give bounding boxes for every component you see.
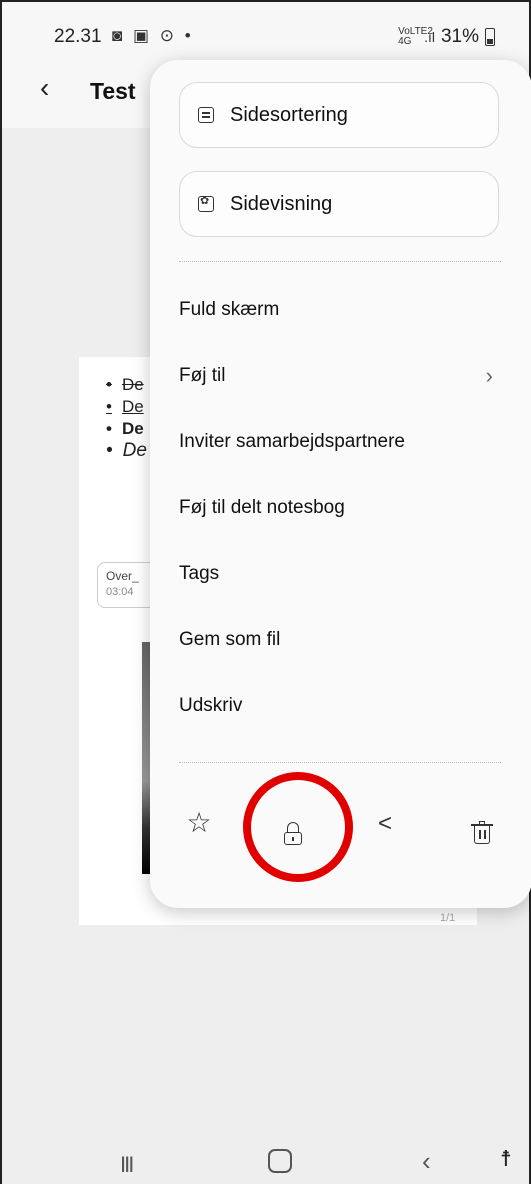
page-sorting-label: Sidesortering [230,103,348,126]
notification-icons: ◙ ▣ ⊙ • [112,26,194,45]
menu-item-label: Tags [179,563,220,584]
navigation-bar [2,1132,529,1184]
menu-item-add-to-shared-notebook[interactable]: Føj til delt notesbog [179,488,501,528]
menu-item-label: Udskriv [179,695,243,716]
back-nav-icon[interactable]: ‹ [422,1146,431,1177]
page-view-button[interactable]: Sidevisning [179,171,499,237]
page-view-label: Sidevisning [230,192,333,215]
battery-percent: 31% [440,26,479,47]
list-item: De [106,396,147,418]
page-count: 1/1 [440,912,456,924]
list-item: De [106,440,147,462]
network-icon: VoLTE2 4G [398,26,433,47]
screen: 22.31 ◙ ▣ ⊙ • VoLTE2 4G .ıl 31% ‹ Test D… [0,0,531,1184]
menu-item-label: Føj til [179,365,226,386]
list-icon [198,107,214,123]
battery-icon [485,28,495,46]
back-icon[interactable]: ‹ [40,72,49,104]
trash-icon[interactable] [471,821,493,844]
menu-item-save-as-file[interactable]: Gem som fil [179,620,501,660]
menu-item-label: Inviter samarbejdspartnere [179,431,405,452]
bullet-list: De De De De [106,374,147,462]
menu-item-invite-collaborators[interactable]: Inviter samarbejdspartnere [179,422,501,462]
menu-item-label: Fuld skærm [179,299,280,320]
list-item: De [106,374,147,396]
list-item: De [106,418,147,440]
accessibility-icon[interactable]: ☨ [500,1146,512,1172]
divider [179,261,501,262]
status-bar: 22.31 ◙ ▣ ⊙ • VoLTE2 4G .ıl 31% [2,2,529,66]
home-icon[interactable] [268,1149,292,1173]
menu-item-print[interactable]: Udskriv [179,686,501,726]
recent-apps-icon[interactable]: III [120,1152,134,1178]
menu-item-full-screen[interactable]: Fuld skærm [179,290,501,330]
settings-icon [198,194,214,212]
menu-item-label: Gem som fil [179,629,281,650]
page-sorting-button[interactable]: Sidesortering [179,82,499,148]
highlight-ring [243,772,353,882]
share-icon[interactable]: < [370,810,400,838]
menu-item-tags[interactable]: Tags [179,554,501,594]
menu-item-label: Føj til delt notesbog [179,497,345,518]
more-options-menu: Sidesortering Sidevisning Fuld skærm Føj… [150,60,531,908]
divider [179,762,501,763]
star-icon[interactable]: ☆ [184,806,214,839]
chevron-right-icon: › [485,363,493,388]
note-title[interactable]: Test [90,78,136,105]
menu-item-add-to[interactable]: Føj til › [179,356,501,396]
status-right: VoLTE2 4G .ıl 31% [398,26,495,48]
signal-icon: .ıl [424,29,435,45]
status-time: 22.31 [54,26,102,47]
